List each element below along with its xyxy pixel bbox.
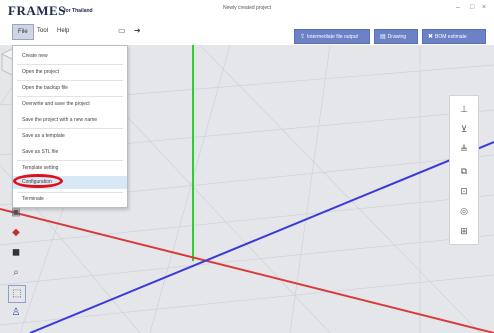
bom-estimate-button[interactable]: ✖ BOM estimate — [422, 29, 486, 44]
menu-item-save-new-name[interactable]: Save the project with a new name — [13, 114, 127, 127]
search-icon[interactable]: ⌕ — [8, 265, 24, 281]
menu-divider — [17, 64, 123, 65]
intermediate-output-button[interactable]: ⇪ Intermediate file output — [294, 29, 370, 44]
menu-item-terminate[interactable]: Terminate — [13, 193, 127, 206]
close-button[interactable]: × — [482, 4, 486, 11]
intermediate-output-label: Intermediate file output — [307, 34, 358, 40]
fit-icon[interactable]: ⧉ — [450, 162, 478, 180]
camera-icon[interactable]: ◎ — [450, 202, 478, 220]
drawing-button[interactable]: ▤ Drawing — [374, 29, 418, 44]
menu-tool[interactable]: Tool — [32, 24, 53, 38]
align-middle-icon[interactable]: ≜ — [450, 140, 478, 158]
right-toolbar: ⊥ ⊻ ≜ ⧉ ⊡ ◎ ⊞ — [449, 95, 479, 245]
zoom-fit-icon[interactable]: ⊡ — [450, 182, 478, 200]
save-icon[interactable]: ▭ — [118, 26, 126, 35]
menu-divider — [17, 96, 123, 97]
cube-red-icon[interactable]: ◆ — [8, 225, 24, 241]
menu-divider — [17, 80, 123, 81]
bom-estimate-label: BOM estimate — [435, 34, 467, 40]
menu-item-open-backup[interactable]: Open the backup file — [13, 82, 127, 95]
maximize-button[interactable]: □ — [470, 4, 474, 11]
menu-item-open-project[interactable]: Open the project — [13, 66, 127, 79]
menu-item-template-setting[interactable]: Template setting — [13, 162, 127, 175]
measure-icon[interactable]: ⊞ — [450, 222, 478, 240]
menu-item-overwrite-save[interactable]: Overwrite and save the project — [13, 98, 127, 111]
drawing-icon: ▤ — [380, 34, 386, 40]
menu-item-create-new[interactable]: Create new — [13, 50, 127, 63]
align-bottom-icon[interactable]: ⊻ — [450, 120, 478, 138]
cube-dark-icon[interactable]: ◼ — [8, 245, 24, 261]
menu-divider — [17, 128, 123, 129]
person-icon[interactable]: ♙ — [8, 305, 24, 321]
export-icon: ⇪ — [300, 34, 306, 40]
menu-divider — [17, 160, 123, 161]
window-title: Newly created project — [222, 5, 272, 11]
menu-item-save-stl[interactable]: Save as STL file — [13, 146, 127, 159]
minimize-button[interactable]: – — [456, 4, 460, 11]
bom-icon: ✖ — [428, 34, 434, 40]
menu-item-save-template[interactable]: Save as a template — [13, 130, 127, 143]
highlight-circle — [13, 174, 63, 188]
frame-icon[interactable]: ⬚ — [8, 285, 26, 303]
menu-file[interactable]: File — [12, 24, 34, 40]
menu-help[interactable]: Help — [52, 24, 74, 38]
title-bar: FRAMES for Thailand Newly created projec… — [0, 0, 494, 21]
menu-toolbar: File Tool Help ▭ ➜ ⇪ Intermediate file ou… — [0, 21, 494, 46]
align-top-icon[interactable]: ⊥ — [450, 100, 478, 118]
drawing-label: Drawing — [387, 34, 407, 40]
arrow-icon[interactable]: ➜ — [134, 26, 141, 35]
